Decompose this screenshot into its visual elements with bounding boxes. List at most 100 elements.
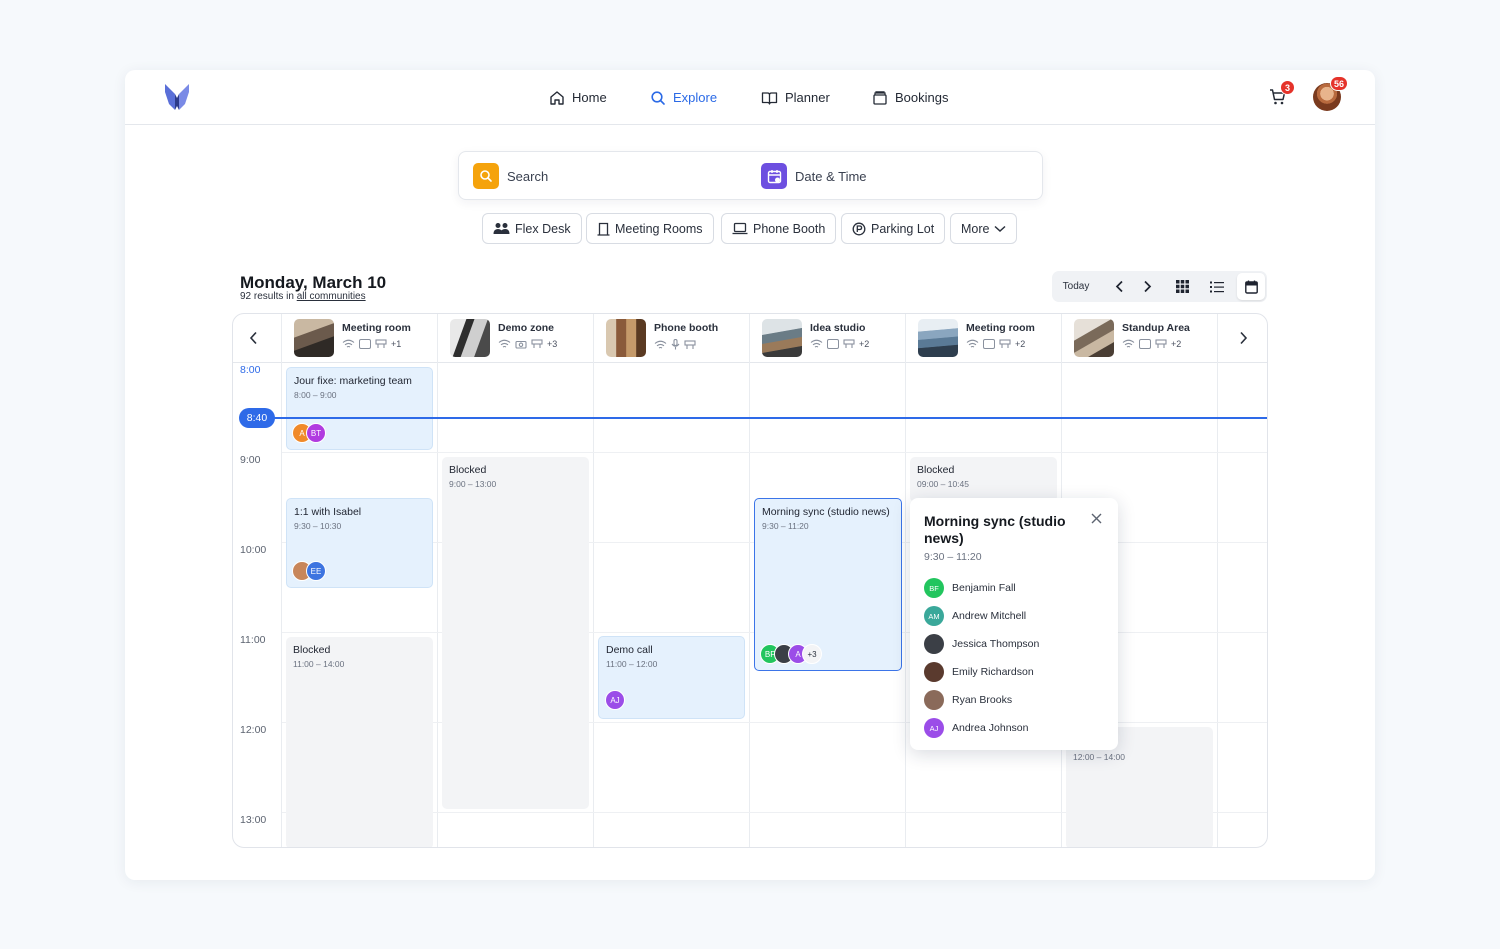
attendee-name: Jessica Thompson: [952, 638, 1040, 650]
resource-name: Phone booth: [654, 322, 719, 334]
calendar-icon: [1244, 280, 1258, 294]
event-title: 1:1 with Isabel: [294, 506, 362, 518]
next-day-button[interactable]: [1133, 273, 1161, 300]
resource-header-idea-studio[interactable]: Idea studio +2: [750, 314, 906, 362]
chevron-right-icon: [1240, 331, 1248, 345]
search-label[interactable]: Search: [507, 169, 548, 184]
wifi-icon: [342, 339, 355, 348]
time-label: 8:00: [240, 364, 261, 376]
filter-parking-lot[interactable]: Parking Lot: [841, 213, 946, 244]
attendee-row[interactable]: Jessica Thompson: [924, 634, 1039, 654]
list-view-button[interactable]: [1203, 273, 1231, 300]
attendee-row[interactable]: AM Andrew Mitchell: [924, 606, 1026, 626]
event-blocked[interactable]: Blocked 09:00 – 10:45: [910, 457, 1057, 502]
all-communities-link[interactable]: all communities: [297, 291, 366, 302]
resource-photo: [762, 319, 802, 357]
time-label: 13:00: [240, 814, 267, 826]
event-isabel[interactable]: 1:1 with Isabel 9:30 – 10:30 EE: [286, 498, 433, 588]
monitor-icon: [1139, 339, 1151, 349]
time-label: 10:00: [240, 544, 267, 556]
nav-home[interactable]: Home: [549, 70, 607, 125]
monitor-icon: [359, 339, 371, 349]
nav-bookings[interactable]: Bookings: [872, 70, 948, 125]
filter-flex-desk[interactable]: Flex Desk: [482, 213, 582, 244]
resource-header-meeting-room[interactable]: Meeting room +1: [282, 314, 438, 362]
event-hours: 11:00 – 12:00: [606, 659, 658, 669]
filter-label: Flex Desk: [515, 221, 571, 236]
cart-button[interactable]: 3: [1269, 80, 1295, 108]
search-bar: Search Date & Time: [458, 151, 1043, 200]
filter-label: More: [961, 221, 990, 236]
user-avatar[interactable]: 56: [1313, 76, 1349, 111]
nav-planner[interactable]: Planner: [761, 70, 830, 125]
attendee-name: Ryan Brooks: [952, 694, 1013, 706]
filter-meeting-rooms[interactable]: Meeting Rooms: [586, 213, 714, 244]
event-hours: 09:00 – 10:45: [917, 479, 969, 489]
calendar-clock-icon: [767, 169, 781, 183]
event-hours: 9:00 – 13:00: [449, 479, 497, 489]
projector-icon: [843, 339, 855, 348]
search-input[interactable]: [473, 163, 499, 189]
today-button[interactable]: Today: [1052, 273, 1100, 300]
prev-day-button[interactable]: [1105, 273, 1133, 300]
parking-icon: [852, 222, 866, 235]
wifi-icon: [810, 339, 823, 348]
attendee-row[interactable]: Ryan Brooks: [924, 690, 1012, 710]
resource-header-meeting-room-2[interactable]: Meeting room +2: [906, 314, 1062, 362]
attendee-avatar: AM: [924, 606, 944, 626]
chevron-left-icon: [1115, 280, 1123, 293]
event-hours: 12:00 – 14:00: [1073, 752, 1125, 762]
wifi-icon: [498, 339, 511, 348]
nav-explore[interactable]: Explore: [650, 70, 717, 125]
date-time-picker[interactable]: [761, 163, 787, 189]
attendee-row[interactable]: Emily Richardson: [924, 662, 1034, 682]
results-count: 92 results in: [240, 291, 297, 302]
chevron-left-icon: [249, 331, 257, 345]
event-title: Demo call: [606, 644, 653, 656]
people-icon: [493, 223, 510, 234]
logo-icon[interactable]: [163, 82, 191, 112]
attendee-name: Benjamin Fall: [952, 582, 1016, 594]
laptop-icon: [827, 339, 839, 349]
event-blocked[interactable]: Blocked 9:00 – 13:00: [442, 457, 589, 809]
event-title: Jour fixe: marketing team: [294, 375, 412, 387]
amenities-more: +1: [391, 339, 402, 349]
resource-photo: [606, 319, 646, 357]
event-blocked[interactable]: Blocked 11:00 – 14:00: [286, 637, 433, 847]
popover-hours: 9:30 – 11:20: [924, 551, 982, 563]
event-title: Morning sync (studio news): [762, 506, 890, 518]
resource-header-demo-zone[interactable]: Demo zone +3: [438, 314, 594, 362]
resource-header-standup-area[interactable]: Standup Area +2: [1062, 314, 1218, 362]
event-morning-sync[interactable]: Morning sync (studio news) 9:30 – 11:20 …: [754, 498, 902, 671]
attendee-photo: [924, 690, 944, 710]
resource-photo: [1074, 319, 1114, 357]
grid-view-button[interactable]: [1168, 273, 1196, 300]
nav-home-label: Home: [572, 90, 607, 105]
attendee-row[interactable]: BF Benjamin Fall: [924, 578, 1016, 598]
scroll-left-button[interactable]: [249, 331, 258, 350]
event-jour-fixe[interactable]: Jour fixe: marketing team 8:00 – 9:00 A …: [286, 367, 433, 450]
event-hours: 8:00 – 9:00: [294, 390, 337, 400]
filter-more-dropdown[interactable]: More: [950, 213, 1018, 244]
calendar-view-button[interactable]: [1237, 273, 1265, 300]
close-button[interactable]: [1091, 511, 1102, 529]
grid-icon: [1175, 280, 1189, 293]
attendee-avatar: AJ: [605, 690, 625, 710]
projector-icon: [999, 339, 1011, 348]
scroll-right-button[interactable]: [1239, 331, 1248, 350]
date-time-label[interactable]: Date & Time: [795, 169, 867, 184]
search-icon: [480, 170, 492, 182]
filter-phone-booth[interactable]: Phone Booth: [721, 213, 837, 244]
attendee-photo: [924, 662, 944, 682]
projector-icon: [531, 339, 543, 348]
resource-header-phone-booth[interactable]: Phone booth: [594, 314, 750, 362]
grid-line: [281, 314, 282, 847]
monitor-icon: [983, 339, 995, 349]
attendee-row[interactable]: AJ Andrea Johnson: [924, 718, 1028, 738]
event-demo-call[interactable]: Demo call 11:00 – 12:00 AJ: [598, 636, 745, 719]
resource-name: Meeting room: [966, 322, 1035, 334]
amenities-more: +2: [1171, 339, 1182, 349]
list-icon: [1210, 281, 1224, 292]
resource-name: Standup Area: [1122, 322, 1190, 334]
attendee-avatar: EE: [306, 561, 326, 581]
